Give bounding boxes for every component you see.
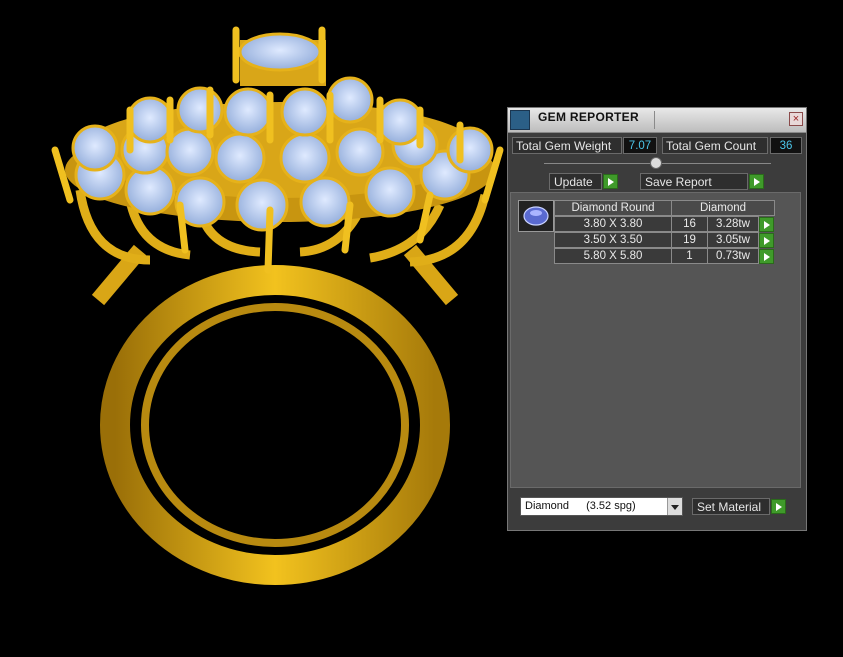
panel-title: GEM REPORTER	[538, 110, 639, 124]
title-divider	[654, 111, 655, 129]
save-report-button[interactable]: Save Report	[640, 173, 748, 190]
table-header-shape: Diamond Round	[554, 200, 672, 216]
row-go-icon[interactable]	[759, 233, 774, 248]
total-gem-count-label: Total Gem Count	[662, 137, 768, 154]
gem-reporter-panel: GEM REPORTER × Total Gem Weight 7.07 Tot…	[507, 107, 807, 531]
table-header-material: Diamond	[671, 200, 775, 216]
update-go-icon[interactable]	[603, 174, 618, 189]
panel-slider-knob[interactable]	[650, 157, 662, 169]
total-gem-weight-value: 7.07	[623, 137, 657, 154]
row-go-icon[interactable]	[759, 217, 774, 232]
table-row-weight: 3.28tw	[707, 216, 759, 232]
table-row-weight: 0.73tw	[707, 248, 759, 264]
material-spg: (3.52 spg)	[586, 500, 636, 512]
total-gem-weight-label: Total Gem Weight	[512, 137, 622, 154]
row-go-icon[interactable]	[759, 249, 774, 264]
save-report-go-icon[interactable]	[749, 174, 764, 189]
report-area: Diamond Round Diamond 3.80 X 3.80 16 3.2…	[510, 192, 801, 488]
total-gem-count-value: 36	[770, 137, 802, 154]
close-icon[interactable]: ×	[789, 112, 803, 126]
table-row-size: 3.50 X 3.50	[554, 232, 672, 248]
gem-reporter-icon	[510, 110, 530, 130]
table-row-count: 1	[671, 248, 708, 264]
table-row-weight: 3.05tw	[707, 232, 759, 248]
round-diamond-icon	[518, 200, 554, 232]
panel-titlebar[interactable]: GEM REPORTER ×	[508, 108, 806, 133]
table-row-size: 5.80 X 5.80	[554, 248, 672, 264]
table-row-size: 3.80 X 3.80	[554, 216, 672, 232]
ring-shank	[91, 244, 459, 585]
update-button[interactable]: Update	[549, 173, 602, 190]
table-row-count: 16	[671, 216, 708, 232]
chevron-down-icon[interactable]	[667, 498, 682, 515]
ring-head-gems	[51, 26, 504, 274]
material-select[interactable]: Diamond (3.52 spg)	[520, 497, 683, 516]
set-material-go-icon[interactable]	[771, 499, 786, 514]
set-material-button[interactable]: Set Material	[692, 498, 770, 515]
material-name: Diamond	[525, 500, 570, 512]
table-row-count: 19	[671, 232, 708, 248]
